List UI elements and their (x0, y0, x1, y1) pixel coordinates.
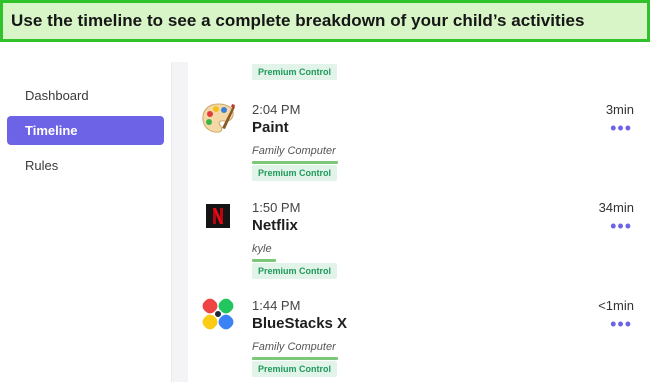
entry-device: Family Computer (252, 341, 336, 353)
bluestacks-icon (200, 296, 236, 332)
device-underline (252, 259, 276, 262)
sidebar-item-timeline[interactable]: Timeline (7, 116, 164, 145)
more-options-icon[interactable]: ••• (610, 315, 632, 333)
caption-text: Use the timeline to see a complete break… (11, 11, 585, 30)
entry-time: 2:04 PM (252, 102, 301, 117)
more-options-icon[interactable]: ••• (610, 217, 632, 235)
sidebar-item-rules[interactable]: Rules (7, 151, 164, 180)
sidebar: Dashboard Timeline Rules (0, 62, 172, 382)
device-underline (252, 161, 338, 164)
premium-control-badge: Premium Control (252, 165, 338, 181)
device-underline (252, 357, 338, 360)
entry-device: Family Computer (252, 145, 336, 157)
content-gutter (172, 62, 188, 382)
entry-duration: <1min (598, 298, 634, 313)
timeline-entry: 1:44 PM BlueStacks X Family Computer Pre… (188, 296, 650, 382)
caption-banner: Use the timeline to see a complete break… (0, 0, 650, 42)
timeline-entry: 2:04 PM Paint Family Computer Premium Co… (188, 100, 650, 192)
timeline-list: Premium Control 2:04 PM Paint Family Com… (188, 42, 650, 382)
entry-duration: 3min (605, 102, 634, 117)
entry-time: 1:50 PM (252, 200, 301, 215)
paint-palette-icon (200, 100, 236, 136)
timeline-entry: 1:50 PM Netflix kyle Premium Control 34m… (188, 198, 650, 290)
more-options-icon[interactable]: ••• (610, 119, 632, 137)
premium-control-badge: Premium Control (252, 263, 338, 279)
sidebar-item-dashboard[interactable]: Dashboard (7, 81, 164, 110)
entry-app-name: Paint (252, 119, 289, 136)
entry-app-name: Netflix (252, 217, 298, 234)
premium-control-badge: Premium Control (252, 64, 338, 80)
entry-device: kyle (252, 243, 272, 255)
entry-duration: 34min (598, 200, 634, 215)
premium-control-badge: Premium Control (252, 361, 338, 377)
netflix-icon (200, 198, 236, 234)
entry-app-name: BlueStacks X (252, 315, 348, 332)
entry-time: 1:44 PM (252, 298, 301, 313)
